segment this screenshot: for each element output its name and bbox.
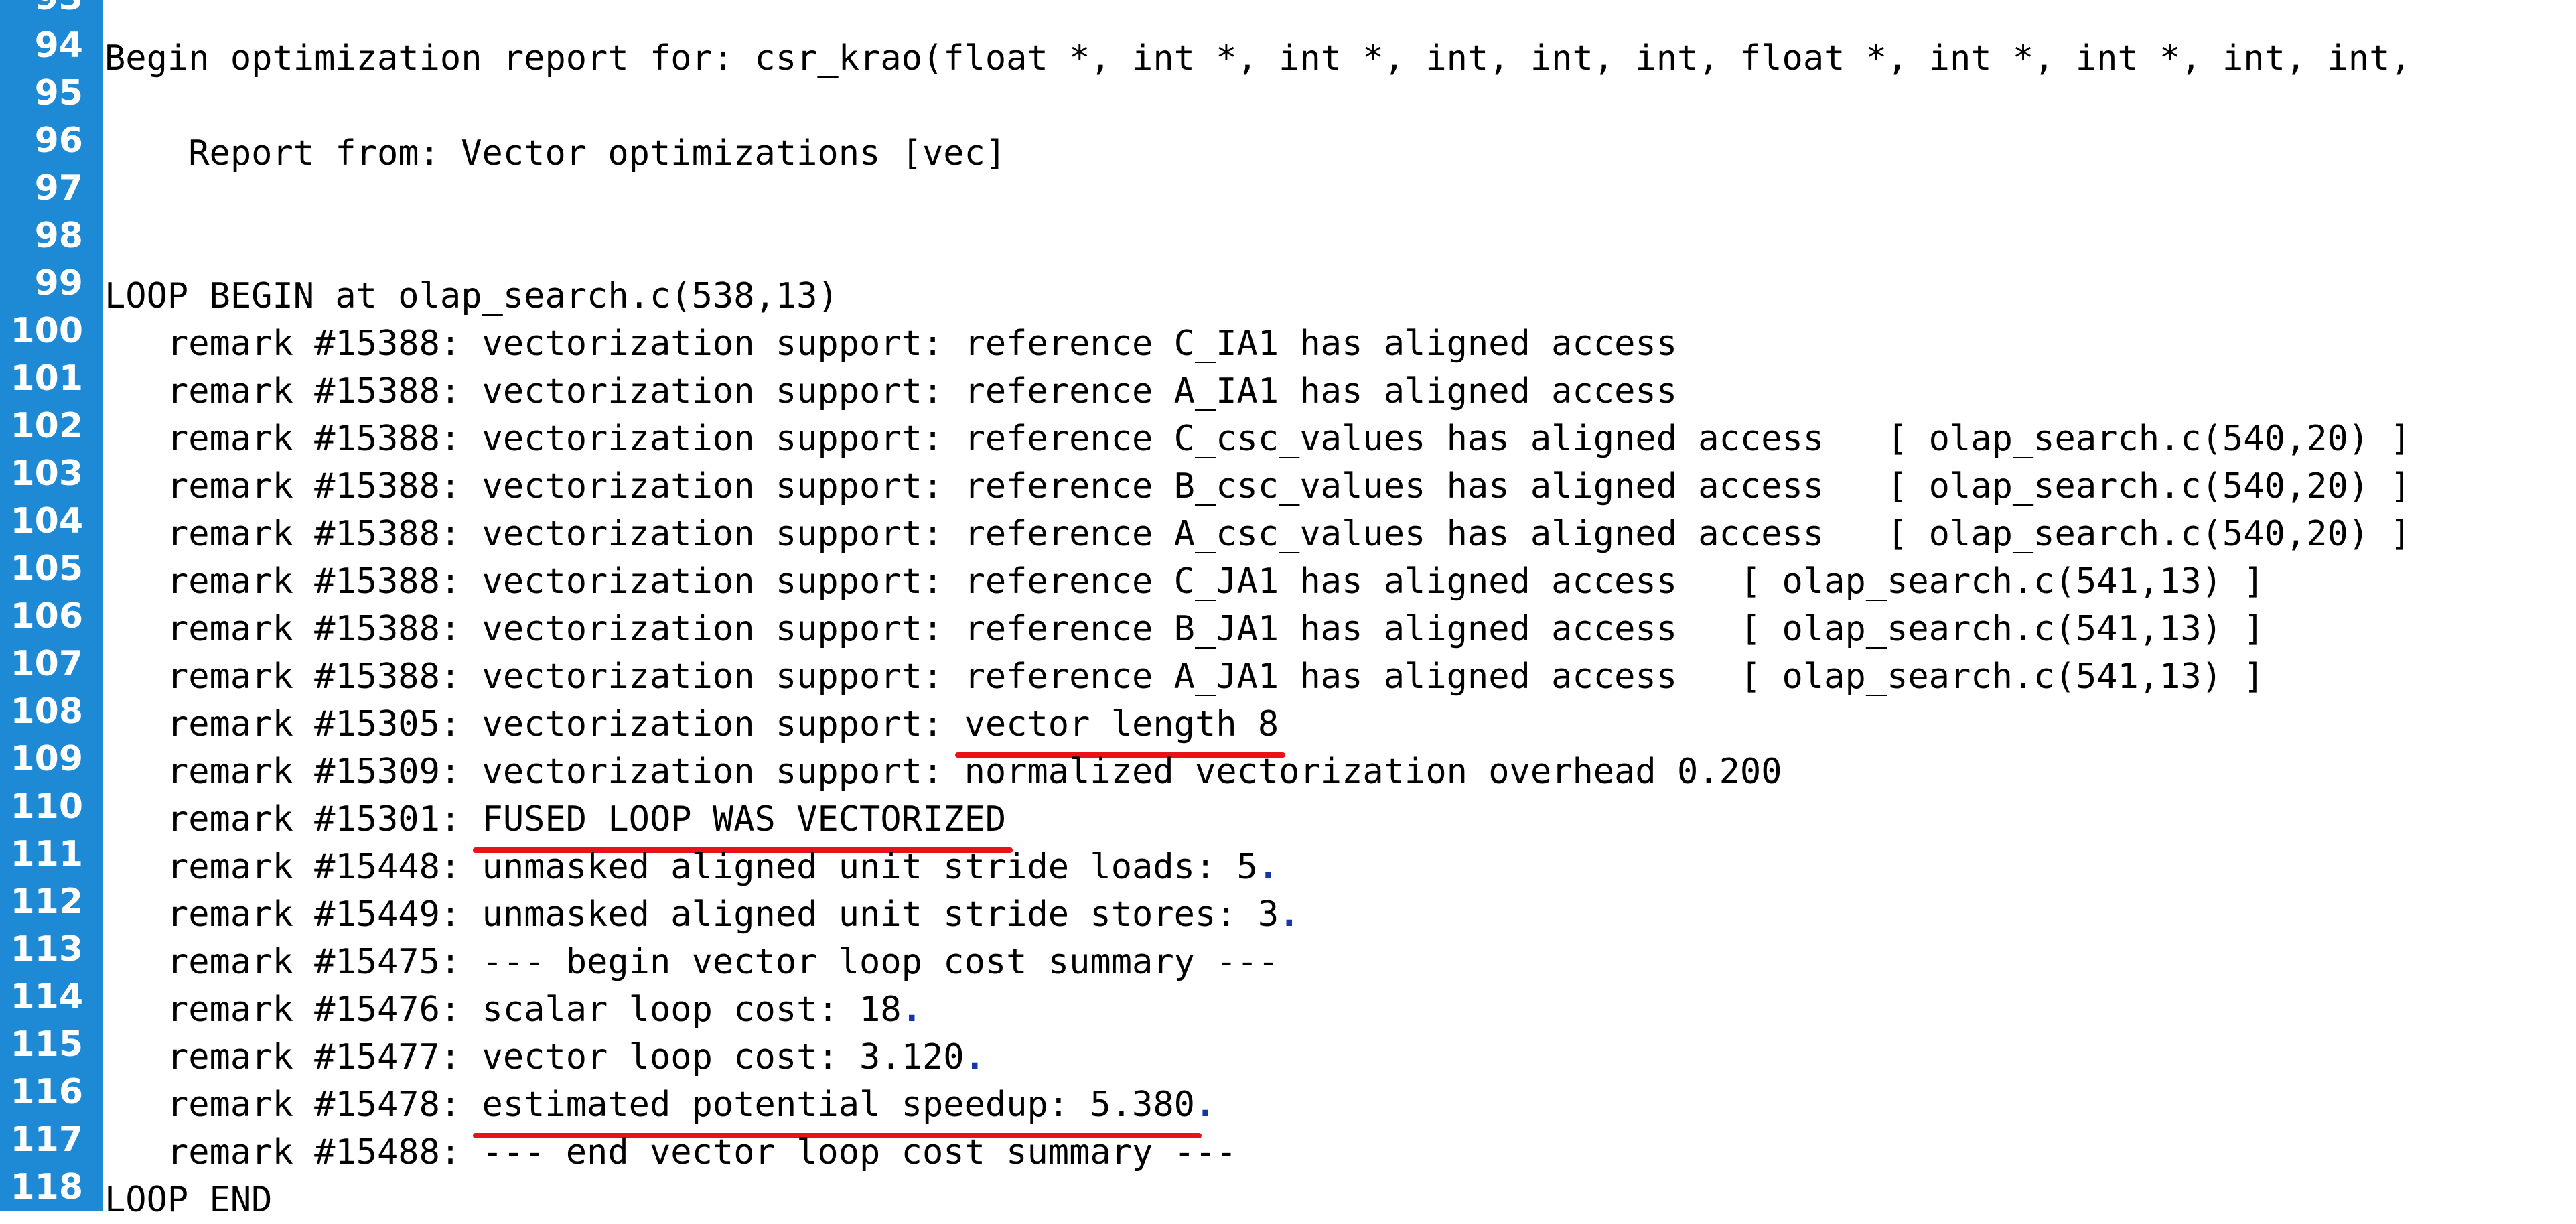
code-line: 114 remark #15476: scalar loop cost: 18. bbox=[0, 961, 2576, 1030]
code-line: 100 remark #15388: vectorization support… bbox=[0, 295, 2576, 364]
code-line: 109 remark #15309: vectorization support… bbox=[0, 723, 2576, 792]
code-line: 117 remark #15488: --- end vector loop c… bbox=[0, 1103, 2576, 1172]
code-line: 112 remark #15449: unmasked aligned unit… bbox=[0, 866, 2576, 935]
code-line: 118 LOOP END bbox=[0, 1151, 2576, 1220]
code-line: 113 remark #15475: --- begin vector loop… bbox=[0, 913, 2576, 982]
code-line: 94 Begin optimization report for: csr_kr… bbox=[0, 9, 2576, 78]
code-line: 99 LOOP BEGIN at olap_search.c(538,13) bbox=[0, 247, 2576, 316]
line-number: 118 bbox=[10, 1167, 83, 1207]
code-line: 108 remark #15305: vectorization support… bbox=[0, 675, 2576, 758]
code-line: 95 bbox=[0, 57, 2576, 113]
code-line: 103 remark #15388: vectorization support… bbox=[0, 437, 2576, 506]
code-line: 96 Report from: Vector optimizations [ve… bbox=[0, 105, 2576, 174]
code-line: 102 remark #15388: vectorization support… bbox=[0, 390, 2576, 459]
line-text: LOOP END bbox=[104, 1180, 273, 1220]
code-line: 104 remark #15388: vectorization support… bbox=[0, 485, 2576, 554]
code-line: 116 remark #15478: estimated potential s… bbox=[0, 1056, 2576, 1138]
code-line: 98 bbox=[0, 200, 2576, 256]
code-line: 110 remark #15301: FUSED LOOP WAS VECTOR… bbox=[0, 770, 2576, 853]
code-line: 101 remark #15388: vectorization support… bbox=[0, 342, 2576, 411]
code-line: 97 bbox=[0, 152, 2576, 208]
code-line: 111 remark #15448: unmasked aligned unit… bbox=[0, 818, 2576, 887]
code-line: 115 remark #15477: vector loop cost: 3.1… bbox=[0, 1008, 2576, 1077]
code-line: 107 remark #15388: vectorization support… bbox=[0, 628, 2576, 697]
code-editor[interactable]: 93 94 Begin optimization report for: csr… bbox=[0, 0, 2576, 1220]
code-line: 93 bbox=[0, 0, 2576, 18]
code-line: 105 remark #15388: vectorization support… bbox=[0, 533, 2576, 602]
code-line: 106 remark #15388: vectorization support… bbox=[0, 580, 2576, 649]
